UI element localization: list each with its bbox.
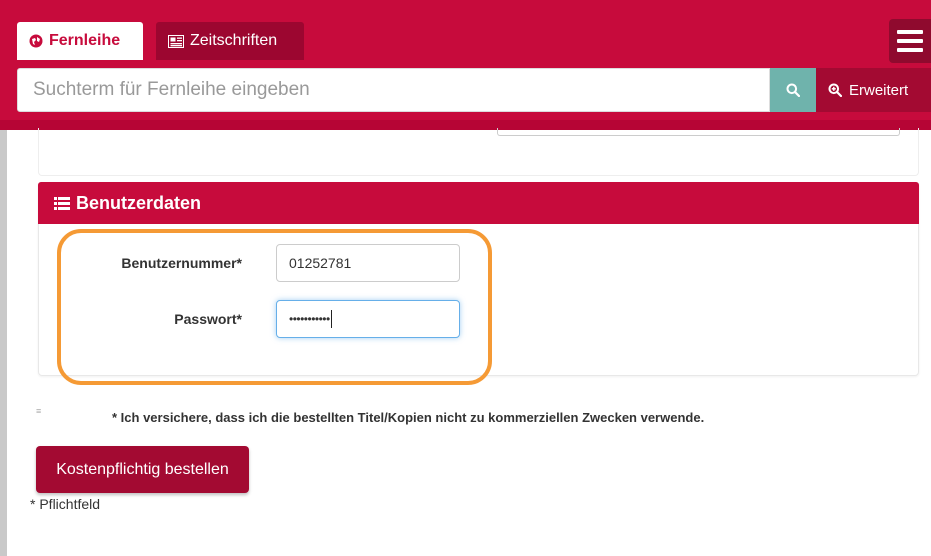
tab-zeitschriften[interactable]: Zeitschriften <box>156 22 304 60</box>
hamburger-menu-icon-bar <box>897 30 923 34</box>
user-data-panel-title: Benutzerdaten <box>76 192 202 213</box>
tab-fernleihe-label: Fernleihe <box>49 32 121 49</box>
user-number-value: 01252781 <box>289 255 352 271</box>
password-field[interactable]: ••••••••••• <box>276 300 460 338</box>
required-field-note: * Pflichtfeld <box>30 496 101 512</box>
order-button[interactable]: Kostenpflichtig bestellen <box>36 446 249 493</box>
search-button[interactable] <box>770 68 816 112</box>
password-label: Passwort* <box>174 311 242 327</box>
hamburger-menu-button[interactable] <box>889 19 931 63</box>
password-value: ••••••••••• <box>289 312 330 326</box>
tab-zeitschriften-label: Zeitschriften <box>190 32 278 49</box>
list-icon <box>54 196 70 210</box>
advanced-search-label: Erweitert <box>849 81 909 99</box>
left-rail <box>0 125 7 556</box>
advanced-search-button[interactable]: Erweitert <box>816 68 931 112</box>
tab-fernleihe[interactable]: Fernleihe <box>17 22 143 60</box>
search-placeholder: Suchterm für Fernleihe eingeben <box>33 79 310 100</box>
previous-select-field[interactable] <box>497 128 900 136</box>
hamburger-menu-icon-bar <box>897 39 923 43</box>
zoom-in-icon <box>828 83 842 97</box>
hamburger-menu-icon-bar <box>897 48 923 52</box>
user-number-label: Benutzernummer* <box>121 255 242 271</box>
search-input[interactable]: Suchterm für Fernleihe eingeben <box>17 68 770 112</box>
agreement-text: * Ich versichere, dass ich die bestellte… <box>112 410 705 425</box>
user-data-panel-heading: Benutzerdaten <box>38 182 919 224</box>
search-icon <box>786 83 800 97</box>
text-caret <box>330 310 332 328</box>
globe-icon <box>29 34 43 48</box>
agreement-checkbox[interactable]: ≡ <box>36 406 41 416</box>
newspaper-icon <box>168 34 184 48</box>
user-number-field[interactable]: 01252781 <box>276 244 460 282</box>
